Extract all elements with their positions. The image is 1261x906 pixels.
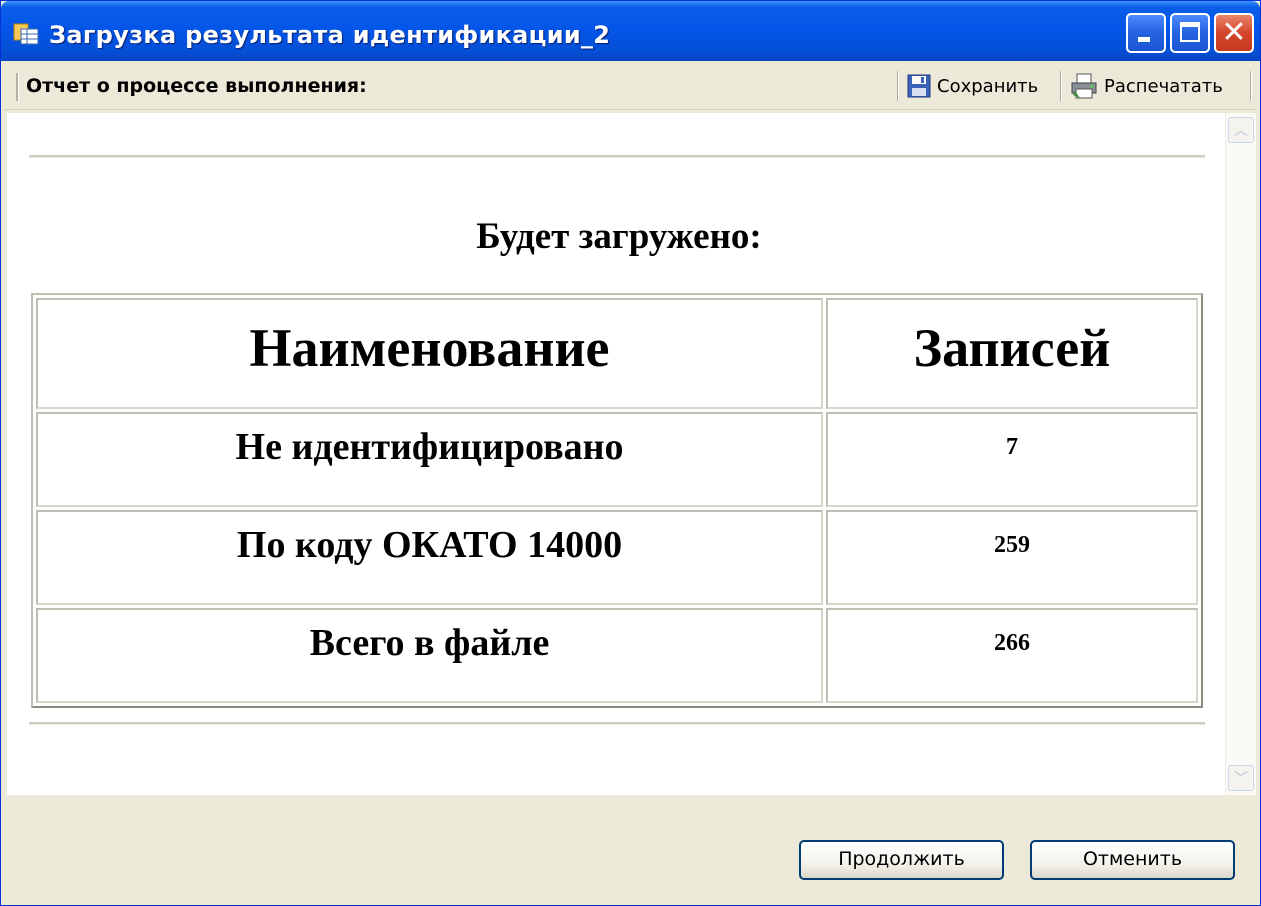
table-icon <box>13 23 39 45</box>
table-row: По коду ОКАТО 14000 259 <box>36 510 1198 605</box>
close-icon: ✕ <box>1221 15 1247 50</box>
bottom-divider <box>29 722 1205 725</box>
minimize-button[interactable] <box>1126 13 1166 53</box>
row-count-cell: 259 <box>826 510 1198 605</box>
toolbar-grip[interactable] <box>16 73 19 101</box>
scroll-down-button[interactable]: ﹀ <box>1228 765 1254 791</box>
toolbar-label: Отчет о процессе выполнения: <box>26 75 367 97</box>
maximize-icon <box>1180 22 1200 42</box>
report-heading: Будет загружено: <box>476 216 762 257</box>
report-view[interactable]: Будет загружено: Наименование Записей Не… <box>7 113 1225 795</box>
dialog-window: Загрузка результата идентификации_2 ✕ От… <box>0 0 1261 906</box>
chevron-up-icon: ︿ <box>1234 122 1248 138</box>
printer-icon <box>1071 73 1097 99</box>
window-title: Загрузка результата идентификации_2 <box>49 21 611 49</box>
print-button[interactable]: Распечатать <box>1070 71 1223 101</box>
title-bar[interactable]: Загрузка результата идентификации_2 ✕ <box>1 1 1260 61</box>
maximize-button[interactable] <box>1170 13 1210 53</box>
report-table: Наименование Записей Не идентифицировано… <box>31 293 1203 708</box>
top-divider <box>29 155 1205 158</box>
toolbar: Отчет о процессе выполнения: Сохранить Р… <box>4 63 1257 110</box>
chevron-down-icon: ﹀ <box>1234 770 1248 786</box>
row-count-cell: 7 <box>826 412 1198 507</box>
floppy-disk-icon <box>907 74 931 98</box>
column-header-name: Наименование <box>36 298 824 409</box>
toolbar-separator <box>1250 71 1252 101</box>
row-count-cell: 266 <box>826 608 1198 703</box>
vertical-scrollbar[interactable]: ︿ ﹀ <box>1225 113 1256 795</box>
row-name-cell: По коду ОКАТО 14000 <box>36 510 824 605</box>
minimize-icon <box>1138 37 1150 42</box>
table-row: Всего в файле 266 <box>36 608 1198 703</box>
continue-button[interactable]: Продолжить <box>799 840 1004 880</box>
column-header-count: Записей <box>826 298 1198 409</box>
table-row: Не идентифицировано 7 <box>36 412 1198 507</box>
close-button[interactable]: ✕ <box>1214 13 1254 53</box>
save-label: Сохранить <box>937 75 1039 97</box>
scroll-up-button[interactable]: ︿ <box>1228 117 1254 143</box>
table-header-row: Наименование Записей <box>36 298 1198 409</box>
cancel-button[interactable]: Отменить <box>1030 840 1235 880</box>
row-name-cell: Всего в файле <box>36 608 824 703</box>
row-name-cell: Не идентифицировано <box>36 412 824 507</box>
save-button[interactable]: Сохранить <box>907 71 1038 101</box>
toolbar-separator <box>897 71 899 101</box>
toolbar-separator <box>1060 71 1062 101</box>
print-label: Распечатать <box>1104 75 1223 97</box>
